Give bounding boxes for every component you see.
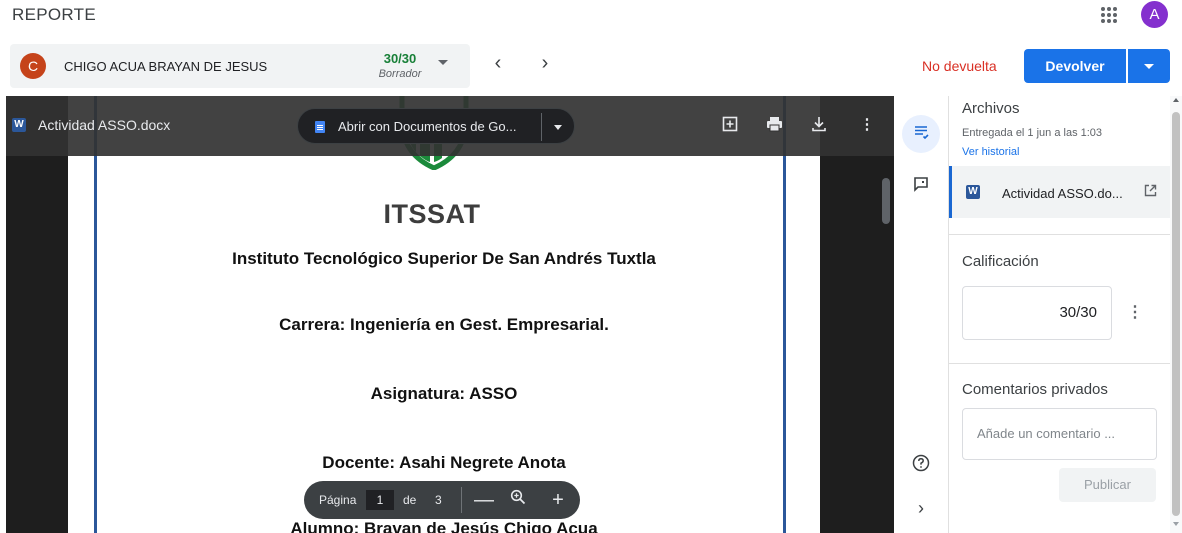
download-icon[interactable] — [810, 116, 828, 134]
history-link[interactable]: Ver historial — [962, 146, 1019, 158]
grade-summary-status: Borrador — [378, 68, 422, 80]
word-file-icon: W — [12, 118, 26, 132]
zoom-icon[interactable] — [508, 489, 528, 511]
open-with-button[interactable]: Abrir con Documentos de Go... — [297, 108, 575, 144]
attachment-name: Actividad ASSO.do... — [1002, 186, 1123, 201]
student-dropdown-icon[interactable] — [438, 60, 448, 65]
total-pages: 3 — [435, 493, 442, 507]
grade-summary-value: 30/30 — [383, 51, 417, 66]
chevron-down-icon[interactable] — [554, 125, 562, 130]
app-title: REPORTE — [12, 5, 96, 24]
chevron-down-icon — [1144, 64, 1154, 69]
document-line-institute: Instituto Tecnológico Superior De San An… — [232, 249, 656, 268]
more-vert-icon[interactable]: ⋮ — [858, 116, 876, 134]
submitted-text: Entregada el 1 jun a las 1:03 — [962, 127, 1103, 139]
scroll-down-icon[interactable] — [1173, 522, 1179, 526]
return-button[interactable]: Devolver — [1024, 49, 1126, 83]
details-panel: Archivos Entregada el 1 jun a las 1:03 V… — [948, 96, 1170, 533]
viewer-scrollbar[interactable] — [882, 178, 890, 224]
page-controls: Página 1 de 3 — + — [304, 481, 580, 519]
zoom-in-icon[interactable]: + — [548, 489, 568, 511]
top-bar: REPORTE A — [0, 0, 1182, 34]
app-root: REPORTE A C CHIGO ACUA BRAYAN DE JESUS 3… — [0, 0, 1182, 533]
section-divider — [949, 234, 1170, 235]
return-status: No devuelta — [922, 58, 997, 74]
page-label: Página — [319, 493, 357, 507]
return-options-button[interactable] — [1128, 49, 1170, 83]
publish-button[interactable]: Publicar — [1059, 468, 1156, 502]
open-with-divider — [541, 113, 542, 141]
apps-grid-icon[interactable] — [1099, 5, 1119, 25]
current-page-input[interactable]: 1 — [366, 490, 394, 510]
private-comment-input[interactable]: Añade un comentario ... — [962, 408, 1157, 460]
zoom-out-icon[interactable]: — — [474, 489, 494, 511]
next-student-button[interactable]: › — [535, 53, 555, 74]
account-avatar[interactable]: A — [1141, 1, 1168, 28]
help-icon[interactable] — [911, 454, 931, 474]
logo-text: ITSSAT — [383, 199, 481, 229]
files-list-icon[interactable] — [911, 124, 931, 144]
page-controls-divider — [461, 487, 462, 513]
document-line-teacher: Docente: Asahi Negrete Anota — [322, 453, 566, 472]
word-file-icon: W — [966, 185, 980, 199]
chevron-right-icon[interactable]: › — [911, 498, 931, 518]
document-viewer[interactable]: ITSSAT Instituto Tecnológico Superior De… — [6, 96, 894, 533]
document-line-student: Alumno: Bravan de Jesús Chigo Acua — [290, 519, 598, 533]
google-docs-icon — [315, 121, 325, 133]
grade-summary: 30/30 Borrador — [365, 51, 435, 80]
student-name: CHIGO ACUA BRAYAN DE JESUS — [64, 59, 268, 74]
viewer-file-name: Actividad ASSO.docx — [38, 117, 171, 133]
document-line-career: Carrera: Ingeniería en Gest. Empresarial… — [279, 315, 609, 334]
open-with-label: Abrir con Documentos de Go... — [338, 119, 517, 134]
files-title: Archivos — [962, 100, 1020, 117]
page-of-label: de — [403, 493, 417, 507]
print-icon[interactable] — [765, 116, 783, 134]
open-external-icon[interactable] — [1142, 184, 1158, 200]
more-vert-icon[interactable]: ⋮ — [1127, 303, 1143, 323]
side-rail: › — [895, 96, 947, 533]
add-comment-icon[interactable] — [721, 116, 739, 134]
grade-input[interactable]: 30/30 — [962, 286, 1112, 340]
previous-student-button[interactable]: ‹ — [488, 53, 508, 74]
grade-title: Calificación — [962, 253, 1039, 270]
scroll-up-icon[interactable] — [1173, 98, 1179, 102]
attachment-row[interactable]: W Actividad ASSO.do... — [949, 166, 1170, 218]
comment-icon[interactable] — [911, 176, 931, 196]
section-divider — [949, 363, 1170, 364]
document-line-subject: Asignatura: ASSO — [370, 384, 518, 403]
student-selector[interactable]: C CHIGO ACUA BRAYAN DE JESUS 30/30 Borra… — [10, 44, 470, 88]
private-comments-title: Comentarios privados — [962, 381, 1108, 398]
viewer-toolbar: W Actividad ASSO.docx Abrir con Document… — [6, 96, 894, 156]
student-avatar: C — [20, 53, 46, 79]
panel-scroll-thumb[interactable] — [1172, 112, 1180, 516]
